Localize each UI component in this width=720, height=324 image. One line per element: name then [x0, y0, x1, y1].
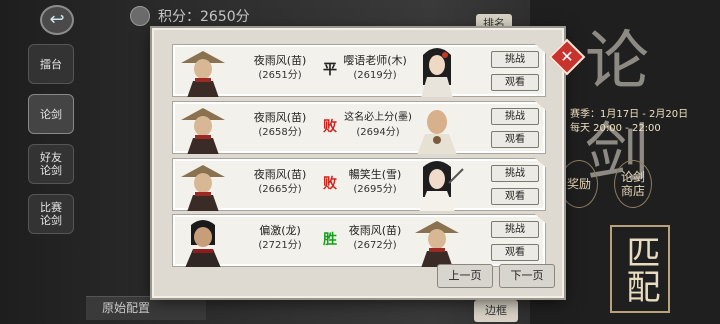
close-icon: ✕ [560, 47, 574, 66]
player-right-name: 暢笑生(雪) [348, 168, 402, 181]
player-portrait-left [185, 220, 221, 267]
challenge-button[interactable]: 挑战 [491, 165, 539, 182]
player-left: 夜雨风(苗) (2651分) [239, 53, 321, 83]
player-right: 夜雨风(苗) (2672分) [339, 223, 411, 253]
player-portrait-right [419, 161, 464, 211]
record-row: 夜雨风(苗) (2665分) 败 暢笑生(雪) (2695分) 挑战 观看 [172, 158, 546, 211]
player-left: 夜雨风(苗) (2658分) [239, 110, 321, 140]
score-icon [130, 6, 150, 26]
player-right-points: (2619分) [353, 70, 397, 81]
result-badge: 败 [323, 119, 337, 135]
challenge-button[interactable]: 挑战 [491, 221, 539, 238]
player-right: 暢笑生(雪) (2695分) [339, 167, 411, 197]
prev-page-button[interactable]: 上一页 [437, 264, 493, 288]
player-portrait-right [421, 48, 453, 97]
watch-button[interactable]: 观看 [491, 188, 539, 205]
score-bar: 积分：2650分 [130, 4, 250, 28]
challenge-button[interactable]: 挑战 [491, 51, 539, 68]
hero-title: 论剑 [585, 25, 655, 191]
original-config-button[interactable]: 原始配置 [86, 296, 206, 320]
season-info: 赛季：1月17日 - 2月20日 每天 20:00 - 22:00 [570, 108, 688, 136]
player-right: 嘤语老师(木) (2619分) [339, 53, 411, 83]
player-portrait-left [181, 165, 225, 211]
score-label: 积分：2650分 [158, 9, 250, 25]
player-portrait-right [417, 110, 457, 154]
watch-button[interactable]: 观看 [491, 244, 539, 261]
player-right: 这名必上分(墨) (2694分) [339, 110, 417, 140]
result-badge: 平 [323, 62, 337, 78]
side-nav: 擂台 论剑 好友 论剑 比赛 论剑 [28, 44, 86, 244]
side-item-friend-duel[interactable]: 好友 论剑 [28, 144, 74, 184]
edge-tag[interactable]: 边框 [474, 300, 518, 322]
player-portrait-left [181, 108, 225, 154]
player-right-points: (2694分) [356, 127, 400, 138]
player-left-points: (2651分) [258, 70, 302, 81]
back-arrow-icon: ↩ [49, 9, 65, 30]
player-left-name: 夜雨风(苗) [253, 168, 307, 181]
player-left: 偏激(龙) (2721分) [239, 223, 321, 253]
side-item-match-duel[interactable]: 比赛 论剑 [28, 194, 74, 234]
player-portrait-right [415, 221, 459, 267]
record-row: 夜雨风(苗) (2651分) 平 嘤语老师(木) (2619分) 挑战 观看 [172, 44, 546, 97]
player-right-name: 嘤语老师(木) [343, 54, 407, 67]
player-right-name: 这名必上分(墨) [344, 112, 412, 123]
match-button[interactable]: 匹配 [610, 225, 670, 313]
player-left-name: 夜雨风(苗) [253, 54, 307, 67]
shop-button[interactable]: 论剑 商店 [614, 160, 652, 208]
player-right-name: 夜雨风(苗) [348, 224, 402, 237]
player-left-name: 偏激(龙) [259, 224, 301, 237]
record-row: 夜雨风(苗) (2658分) 败 这名必上分(墨) (2694分) 挑战 观看 [172, 101, 546, 154]
player-right-points: (2672分) [353, 240, 397, 251]
back-button[interactable]: ↩ [40, 5, 74, 35]
player-left-name: 夜雨风(苗) [253, 111, 307, 124]
record-row: 偏激(龙) (2721分) 胜 夜雨风(苗) (2672分) 挑战 观看 [172, 214, 546, 267]
player-left-points: (2721分) [258, 240, 302, 251]
reward-button[interactable]: 奖励 [560, 160, 598, 208]
player-left-points: (2665分) [258, 184, 302, 195]
player-left-points: (2658分) [258, 127, 302, 138]
player-portrait-left [181, 51, 225, 97]
season-dates: 赛季：1月17日 - 2月20日 [570, 109, 689, 120]
season-time: 每天 20:00 - 22:00 [570, 123, 661, 134]
next-page-button[interactable]: 下一页 [499, 264, 555, 288]
result-badge: 胜 [323, 232, 337, 248]
side-item-duel[interactable]: 论剑 [28, 94, 74, 134]
side-item-arena[interactable]: 擂台 [28, 44, 74, 84]
player-right-points: (2695分) [353, 184, 397, 195]
watch-button[interactable]: 观看 [491, 131, 539, 148]
watch-button[interactable]: 观看 [491, 74, 539, 91]
player-left: 夜雨风(苗) (2665分) [239, 167, 321, 197]
result-badge: 败 [323, 176, 337, 192]
challenge-button[interactable]: 挑战 [491, 108, 539, 125]
